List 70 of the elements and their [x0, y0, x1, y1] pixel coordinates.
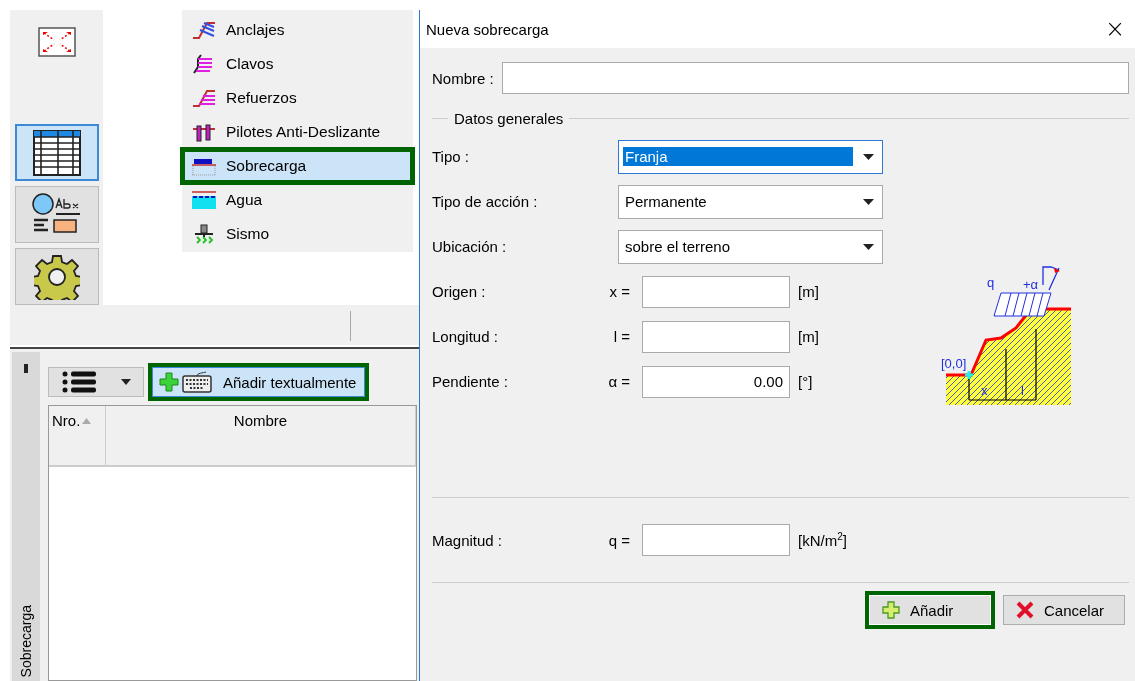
- column-title: Nombre: [233, 412, 288, 429]
- dropdown-arrow-icon: [863, 153, 874, 160]
- menu-item[interactable]: Agua: [182, 183, 413, 217]
- surcharge-icon: [192, 156, 216, 176]
- number-field[interactable]: [642, 524, 790, 556]
- pile-icon: [192, 122, 216, 142]
- menu-item[interactable]: Anclajes: [182, 13, 413, 47]
- number-field[interactable]: [642, 275, 790, 308]
- origin-marker: [963, 369, 975, 381]
- name-field[interactable]: [501, 62, 1129, 94]
- dropdown-arrow-icon: [863, 243, 874, 250]
- dropdown-arrow-icon: [120, 379, 131, 385]
- settings-icon: [33, 253, 80, 300]
- field-label: Magnitud :: [432, 531, 504, 549]
- reinforcement-icon: [192, 88, 216, 108]
- symbol-label: l =: [612, 328, 631, 345]
- field-label: Pendiente :: [432, 373, 509, 390]
- load-block: [993, 292, 1052, 317]
- menu-item[interactable]: Sismo: [182, 217, 413, 251]
- expand-icon: [37, 26, 76, 57]
- menu-item[interactable]: Pilotes Anti-Deslizante: [182, 115, 413, 149]
- field-label: Tipo :: [432, 148, 470, 165]
- dialog-title: Nueva sobrecarga: [426, 20, 549, 38]
- cancel-button[interactable]: Cancelar: [1003, 595, 1125, 625]
- diagram-label: q: [987, 275, 995, 290]
- menu-item[interactable]: Clavos: [182, 47, 413, 81]
- group-title: Datos generales: [453, 109, 565, 127]
- field-label: Tipo de acción :: [432, 193, 539, 210]
- unit-label: [°]: [797, 373, 813, 390]
- field-label: Longitud :: [432, 328, 499, 345]
- water-icon: [192, 190, 216, 210]
- plus-keyboard-icon: [159, 371, 213, 393]
- settings-button[interactable]: [14, 248, 99, 305]
- diagram-label: [0,0]: [941, 356, 967, 371]
- symbol-label: x =: [608, 283, 631, 300]
- unit-label: [m]: [797, 283, 819, 300]
- field-label: Ubicación :: [432, 238, 508, 255]
- plus-icon: [882, 601, 900, 619]
- column-header[interactable]: Nro.: [49, 406, 106, 465]
- dropdown-arrow-icon: [863, 198, 874, 205]
- menu-item[interactable]: Sobrecarga: [182, 149, 413, 183]
- panel-tab[interactable]: Sobrecarga: [18, 604, 34, 681]
- earthquake-icon: [192, 224, 216, 244]
- column-title: Nro.: [52, 412, 81, 429]
- diagram-label: l: [1021, 383, 1024, 398]
- view-menu-button[interactable]: [48, 367, 144, 397]
- table-view-button[interactable]: [14, 124, 99, 182]
- add-button[interactable]: Añadir: [869, 595, 991, 625]
- angle-indicator: [1042, 266, 1060, 291]
- table-icon: [32, 129, 81, 176]
- menu-item[interactable]: Refuerzos: [182, 81, 413, 115]
- diagram-label: +α: [1023, 277, 1039, 292]
- dropdown[interactable]: Franja: [618, 139, 883, 174]
- close-icon: [1016, 601, 1034, 619]
- field-label: Origen :: [432, 283, 487, 300]
- field-label: Nombre :: [432, 69, 494, 87]
- symbol-label: α =: [607, 373, 631, 390]
- number-field[interactable]: 0.00: [642, 365, 790, 398]
- unit-label: [kN/m$^{2}$]: [797, 531, 847, 549]
- dropdown[interactable]: Permanente: [618, 184, 883, 219]
- column-header[interactable]: Nombre: [106, 406, 416, 465]
- symbol-label: q =: [607, 531, 631, 549]
- labels-button[interactable]: [14, 186, 99, 244]
- anchor-icon: [192, 20, 216, 40]
- number-field[interactable]: [642, 320, 790, 353]
- unit-label: [m]: [797, 328, 819, 345]
- add-text-button[interactable]: Añadir textualmente: [152, 367, 366, 397]
- close-button[interactable]: ×: [1100, 15, 1129, 43]
- list-icon: [61, 371, 96, 393]
- dropdown[interactable]: sobre el terreno: [618, 229, 883, 264]
